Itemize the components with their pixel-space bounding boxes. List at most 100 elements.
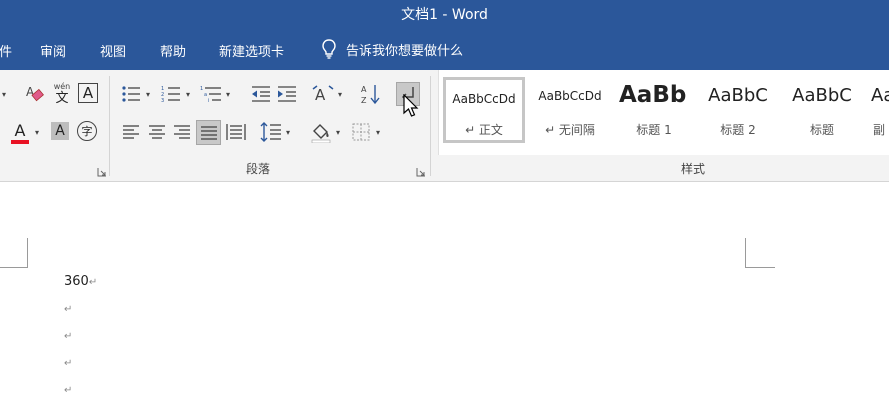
paragraph-dialog-launcher-icon[interactable] — [416, 167, 426, 177]
shading-caret[interactable]: ▾ — [336, 128, 340, 137]
paragraph-mark: ↵ — [88, 277, 98, 288]
styles-group-label: 样式 — [681, 162, 706, 176]
style-sample: AaBbCcDd — [452, 92, 516, 106]
ribbon: ▾ A wén 文 A A ▾ A 字 ▾ 1 2 3 ▾ 1 a i ▾ A … — [0, 70, 889, 182]
style-name: ↵ 无间隔 — [545, 123, 595, 137]
clear-formatting-button[interactable]: A — [23, 82, 47, 106]
crop-mark-left — [0, 267, 28, 268]
paragraph-text: 360 — [64, 274, 89, 289]
borders-icon — [352, 123, 370, 141]
enclose-characters-button[interactable]: 字 — [77, 121, 97, 141]
style-name: 标题 — [809, 123, 834, 137]
chinese-layout-icon: A — [312, 85, 334, 103]
align-left-icon — [123, 125, 139, 139]
style-name: 标题 2 — [720, 123, 756, 137]
style-heading-2[interactable]: AaBbC 标题 2 — [697, 77, 779, 143]
align-left-button[interactable] — [121, 122, 141, 142]
character-shading-button[interactable]: A — [51, 122, 69, 140]
align-center-icon — [149, 125, 165, 139]
shading-button[interactable] — [310, 121, 332, 143]
line-spacing-button[interactable] — [260, 121, 282, 143]
paint-bucket-icon — [311, 124, 331, 143]
paragraph: ↵ — [64, 355, 72, 370]
style-sample: AaBbC — [708, 85, 768, 106]
lightbulb-icon — [322, 39, 336, 59]
style-heading-1[interactable]: AaBb 标题 1 — [613, 77, 695, 143]
tab-review[interactable]: 审阅 — [40, 41, 66, 60]
chinese-layout-caret[interactable]: ▾ — [338, 90, 342, 99]
window-title: 文档1 - Word — [401, 7, 488, 23]
tell-me-search[interactable]: 告诉我你想要做什么 — [322, 37, 463, 61]
tab-file[interactable]: 件 — [0, 41, 12, 60]
svg-text:1: 1 — [200, 86, 203, 92]
borders-caret[interactable]: ▾ — [376, 128, 380, 137]
numbering-button[interactable]: 1 2 3 — [160, 84, 182, 104]
svg-text:A: A — [315, 86, 326, 103]
bullets-button[interactable] — [120, 84, 142, 104]
crop-mark-right — [745, 238, 746, 268]
sort-az-icon: A Z — [361, 85, 380, 105]
bullet-list-icon — [122, 86, 140, 102]
increase-indent-button[interactable] — [276, 84, 298, 104]
crop-mark-right — [745, 267, 775, 268]
align-right-icon — [174, 125, 190, 139]
paragraph-mark: ↵ — [64, 331, 73, 342]
character-border-button[interactable]: A — [78, 83, 98, 103]
increase-indent-icon — [278, 86, 296, 102]
svg-text:3: 3 — [161, 98, 164, 103]
group-separator — [430, 76, 431, 176]
paragraph: ↵ — [64, 382, 72, 397]
style-title[interactable]: AaBbC 标题 — [781, 77, 863, 143]
styles-gallery: AaBbCcDd ↵ 正文 AaBbCcDd ↵ 无间隔 AaBb 标题 1 A… — [438, 70, 889, 155]
distributed-icon — [226, 124, 246, 140]
decrease-indent-button[interactable] — [250, 84, 272, 104]
paragraph-mark: ↵ — [64, 385, 73, 396]
numbered-list-icon: 1 2 3 — [161, 86, 180, 103]
multilevel-caret[interactable]: ▾ — [226, 90, 230, 99]
numbering-caret[interactable]: ▾ — [186, 90, 190, 99]
tell-me-label: 告诉我你想要做什么 — [346, 43, 464, 59]
title-bar: 文档1 - Word — [0, 0, 889, 28]
tab-help[interactable]: 帮助 — [160, 41, 186, 60]
borders-button[interactable] — [350, 122, 372, 142]
justify-icon — [200, 125, 217, 140]
svg-text:A: A — [361, 85, 367, 94]
line-spacing-icon — [260, 122, 281, 142]
multilevel-list-button[interactable]: 1 a i — [199, 84, 223, 104]
svg-text:Z: Z — [361, 96, 367, 105]
multilevel-list-icon: 1 a i — [200, 86, 221, 103]
font-color-caret[interactable]: ▾ — [35, 128, 39, 137]
align-center-button[interactable] — [147, 122, 167, 142]
style-no-spacing[interactable]: AaBbCcDd ↵ 无间隔 — [529, 77, 611, 143]
crop-mark-left — [27, 238, 28, 268]
style-subtitle[interactable]: Aa 副 — [865, 77, 889, 143]
bullets-caret[interactable]: ▾ — [146, 90, 150, 99]
style-name: ↵ 正文 — [465, 123, 503, 137]
font-size-caret[interactable]: ▾ — [2, 90, 6, 99]
tab-new-tab[interactable]: 新建选项卡 — [219, 41, 284, 60]
eraser-icon: A — [26, 85, 44, 102]
align-right-button[interactable] — [172, 122, 192, 142]
chinese-layout-button[interactable]: A — [312, 84, 334, 104]
distributed-button[interactable] — [225, 122, 247, 142]
font-dialog-launcher-icon[interactable] — [97, 167, 107, 177]
paragraph-group-label: 段落 — [246, 162, 271, 176]
font-color-button[interactable]: A — [8, 120, 32, 146]
tab-view[interactable]: 视图 — [100, 41, 126, 60]
phonetic-guide-button[interactable]: wén 文 — [50, 80, 74, 108]
style-normal[interactable]: AaBbCcDd ↵ 正文 — [443, 77, 525, 143]
svg-text:i: i — [208, 98, 209, 103]
style-sample: AaBbCcDd — [538, 89, 602, 103]
line-spacing-caret[interactable]: ▾ — [286, 128, 290, 137]
style-sample: Aa — [871, 85, 889, 106]
font-color-glyph: A — [14, 121, 26, 140]
phonetic-pinyin: wén — [53, 82, 71, 91]
justify-button[interactable] — [196, 120, 221, 145]
document-page[interactable]: 360↵ ↵ ↵ ↵ ↵ — [0, 182, 889, 400]
paragraph-mark: ↵ — [64, 358, 73, 369]
ribbon-tabs: 件 审阅 视图 帮助 新建选项卡 告诉我你想要做什么 — [0, 28, 889, 70]
sort-button[interactable]: A Z — [360, 83, 382, 105]
svg-text:a: a — [204, 92, 207, 98]
phonetic-char: 文 — [55, 91, 69, 106]
style-sample: AaBbC — [792, 85, 852, 106]
